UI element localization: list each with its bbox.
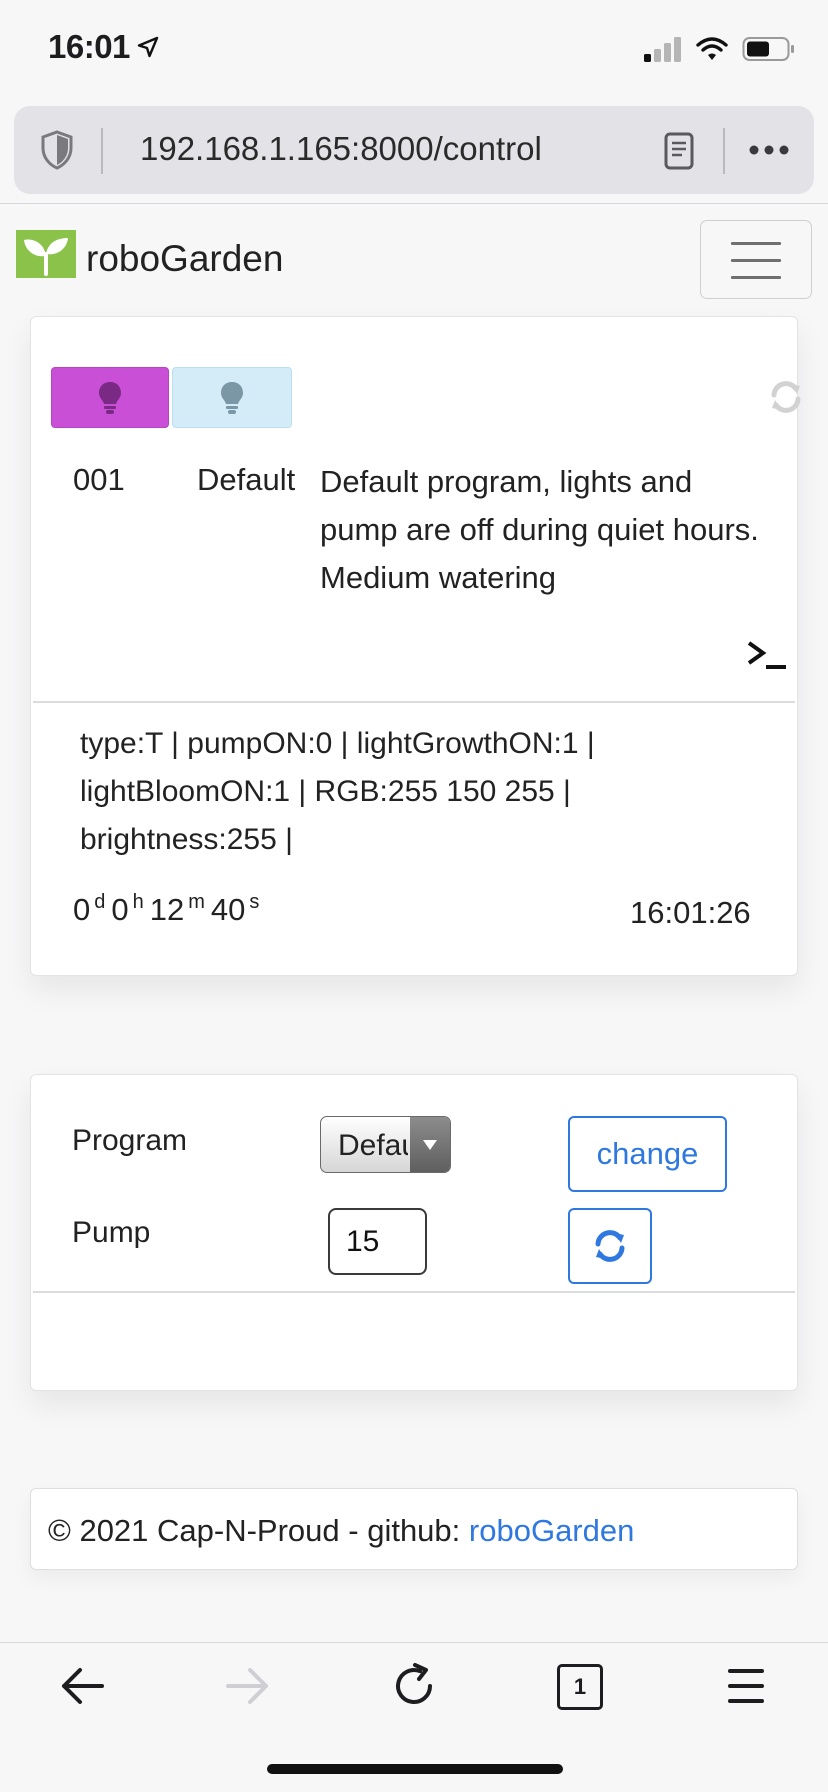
device-clock: 16:01:26 (630, 895, 751, 930)
status-indicators (644, 36, 796, 62)
battery-icon (742, 37, 794, 61)
dropdown-arrow (410, 1117, 450, 1172)
uptime-days: 0 (73, 892, 91, 927)
cellular-signal-icon (644, 37, 681, 62)
logo[interactable] (16, 230, 76, 278)
uptime-minutes: 12 (149, 892, 185, 927)
copyright-text: © 2021 Cap-N-Proud - github: (48, 1513, 469, 1548)
url-separator (101, 128, 103, 174)
menu-toggle-button[interactable] (700, 220, 812, 299)
uptime-days-unit: d (94, 891, 106, 913)
reader-mode-icon[interactable] (664, 132, 694, 170)
uptime-hours: 0 (111, 892, 129, 927)
card-divider (33, 701, 795, 703)
caret-down-icon (423, 1139, 437, 1150)
reload-icon[interactable] (390, 1662, 438, 1710)
card-divider-2 (33, 1291, 795, 1293)
status-time: 16:01 (48, 28, 160, 66)
github-link[interactable]: roboGarden (469, 1513, 634, 1548)
sync-icon (595, 1230, 625, 1262)
lightbulb-icon (221, 381, 243, 414)
bloom-light-button[interactable] (172, 367, 292, 428)
uptime-hours-unit: h (132, 891, 144, 913)
uptime-seconds: 40 (210, 892, 246, 927)
forward-arrow-icon[interactable] (224, 1662, 272, 1710)
brand-name[interactable]: roboGarden (86, 238, 283, 280)
location-arrow-icon (137, 36, 159, 58)
hamburger-line (731, 276, 781, 279)
change-program-button[interactable]: change (568, 1116, 727, 1192)
uptime-minutes-unit: m (188, 891, 205, 913)
menu-icon[interactable] (726, 1666, 766, 1706)
shield-icon[interactable] (40, 130, 74, 170)
growth-light-button[interactable] (51, 367, 169, 428)
browser-divider (0, 203, 828, 204)
device-status-text: type:T | pumpON:0 | lightGrowthON:1 | li… (80, 727, 595, 856)
url-text[interactable]: 192.168.1.165:8000/control (140, 130, 542, 168)
program-name: Default (197, 462, 296, 497)
lightbulb-icon (99, 381, 121, 414)
program-description: Default program, lights and pump are off… (320, 464, 759, 595)
refresh-status-icon[interactable] (769, 380, 803, 414)
program-select[interactable]: Default (320, 1116, 451, 1173)
hamburger-line (731, 259, 781, 262)
tabs-button[interactable]: 1 (557, 1664, 603, 1710)
program-id: 001 (73, 462, 125, 497)
terminal-icon[interactable] (746, 640, 788, 670)
back-arrow-icon[interactable] (58, 1662, 106, 1710)
url-separator-2 (723, 128, 725, 174)
footer-text: © 2021 Cap-N-Proud - github: roboGarden (48, 1513, 634, 1549)
wifi-icon (696, 37, 728, 60)
pump-sync-button[interactable] (568, 1208, 652, 1284)
status-time-text: 16:01 (48, 28, 130, 65)
pump-duration-input[interactable]: 15 (328, 1208, 427, 1275)
pump-label: Pump (72, 1216, 151, 1249)
home-indicator[interactable] (267, 1764, 563, 1774)
uptime-seconds-unit: s (249, 891, 260, 913)
uptime: 0 d 0 h 12 m 40 s (73, 891, 265, 928)
program-label: Program (72, 1124, 188, 1157)
sprout-icon (24, 238, 68, 276)
more-options-icon[interactable] (748, 144, 790, 156)
program-select-value: Default (338, 1129, 408, 1162)
hamburger-line (731, 242, 781, 245)
